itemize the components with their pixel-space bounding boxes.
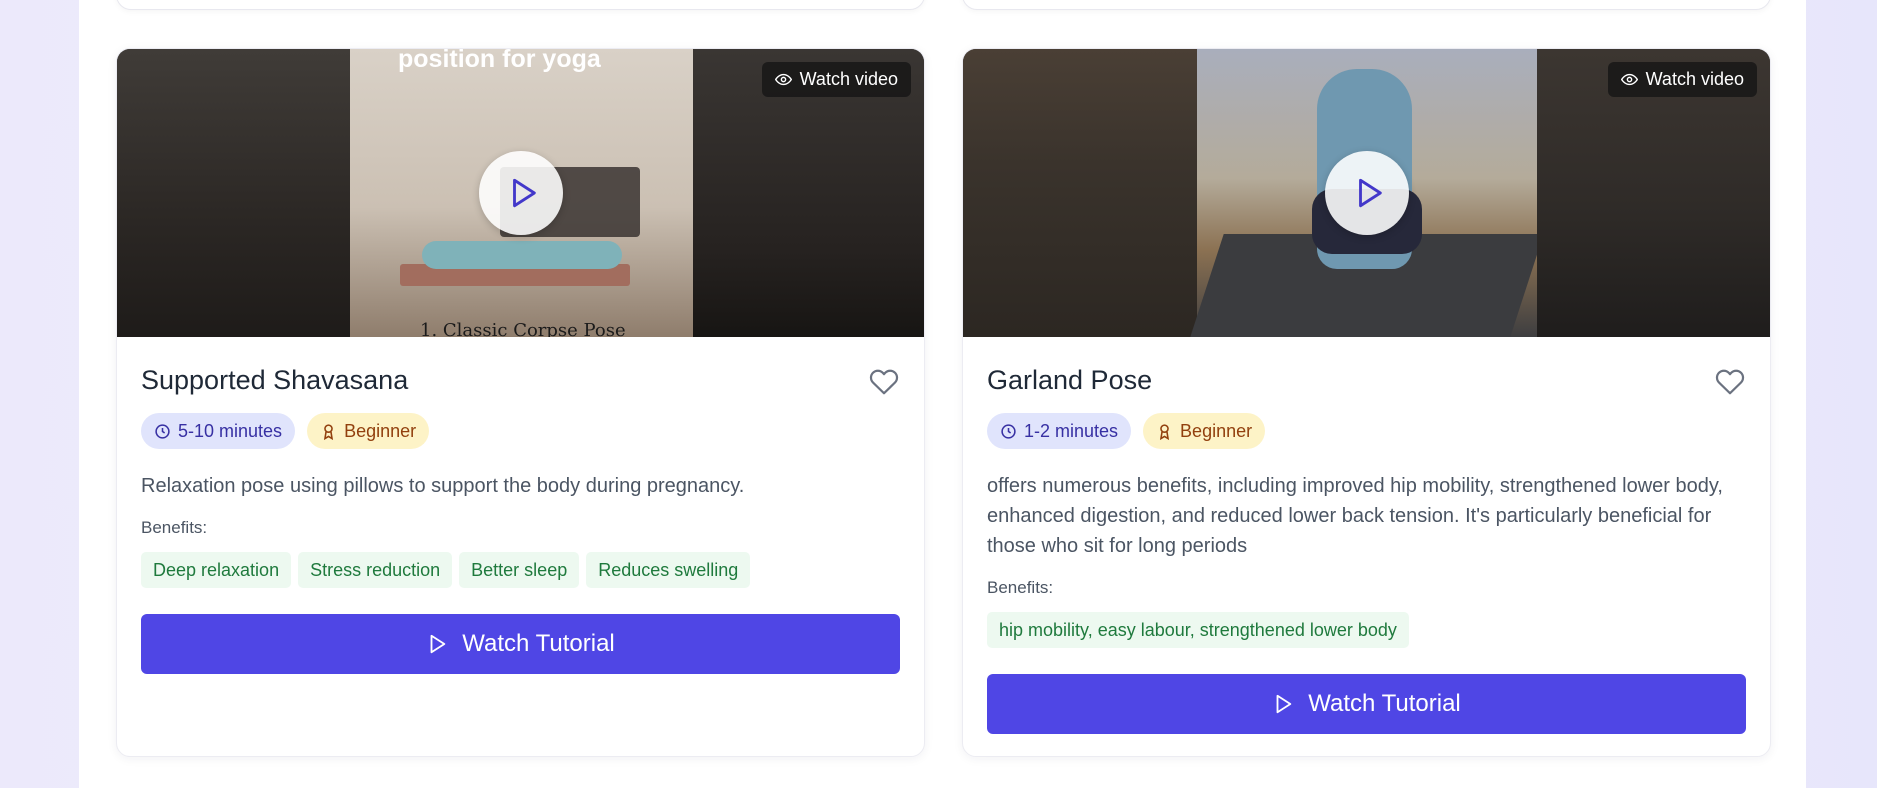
- thumbnail-caption-top: position for yoga: [398, 49, 601, 73]
- play-icon: [1358, 178, 1382, 208]
- pose-card-supported-shavasana: position for yoga 1. Classic Corpse Pose…: [116, 48, 925, 757]
- benefit-list: hip mobility, easy labour, strengthened …: [987, 612, 1409, 648]
- person-shape: [422, 241, 622, 269]
- benefits-label: Benefits:: [141, 518, 208, 537]
- award-icon: [1159, 423, 1170, 440]
- benefit-chip: Stress reduction: [298, 552, 453, 588]
- play-button[interactable]: [478, 151, 563, 235]
- eye-icon: [774, 73, 792, 86]
- thumbnail-left-panel: [963, 49, 1197, 337]
- video-thumbnail[interactable]: position for yoga 1. Classic Corpse Pose…: [117, 49, 924, 337]
- level-text: Beginner: [344, 420, 417, 441]
- watch-video-chip[interactable]: Watch video: [1607, 62, 1757, 97]
- duration-badge: 5-10 minutes: [141, 413, 296, 449]
- duration-badge: 1-2 minutes: [987, 413, 1132, 449]
- pose-title: Supported Shavasana: [141, 365, 409, 395]
- previous-card-left: [116, 0, 925, 10]
- watch-tutorial-label: Watch Tutorial: [1308, 690, 1461, 717]
- play-icon: [430, 634, 446, 654]
- watch-video-chip[interactable]: Watch video: [761, 62, 911, 97]
- clock-icon: [155, 423, 170, 439]
- pose-tags: 5-10 minutes Beginner: [141, 413, 430, 449]
- benefit-chip: hip mobility, easy labour, strengthened …: [987, 612, 1409, 648]
- level-badge: Beginner: [307, 413, 430, 449]
- thumbnail-left-panel: [117, 49, 350, 337]
- watch-tutorial-button[interactable]: Watch Tutorial: [141, 614, 900, 674]
- watch-tutorial-label: Watch Tutorial: [462, 630, 615, 657]
- watch-video-label: Watch video: [1645, 69, 1744, 89]
- play-button[interactable]: [1324, 151, 1409, 235]
- clock-icon: [1001, 423, 1016, 439]
- previous-card-right: [962, 0, 1771, 10]
- heart-icon[interactable]: [1714, 367, 1746, 397]
- pose-card-garland-pose: Watch video Garland Pose 1-2 minutes Beg…: [962, 48, 1771, 757]
- watch-tutorial-button[interactable]: Watch Tutorial: [987, 674, 1746, 734]
- watch-video-label: Watch video: [799, 69, 898, 89]
- level-text: Beginner: [1180, 420, 1253, 441]
- video-thumbnail[interactable]: Watch video: [963, 49, 1770, 337]
- pose-tags: 1-2 minutes Beginner: [987, 413, 1266, 449]
- heart-icon[interactable]: [868, 367, 900, 397]
- pose-description: offers numerous benefits, including impr…: [987, 475, 1723, 557]
- benefits-label: Benefits:: [987, 578, 1054, 597]
- eye-icon: [1620, 73, 1638, 86]
- benefit-chip: Better sleep: [459, 552, 580, 588]
- level-badge: Beginner: [1143, 413, 1266, 449]
- benefit-chip: Deep relaxation: [141, 552, 292, 588]
- play-icon: [1276, 694, 1292, 714]
- play-icon: [512, 178, 536, 208]
- duration-text: 1-2 minutes: [1024, 420, 1119, 441]
- thumbnail-caption-bottom: 1. Classic Corpse Pose: [420, 320, 626, 337]
- award-icon: [324, 423, 334, 440]
- duration-text: 5-10 minutes: [178, 420, 283, 441]
- pose-description: Relaxation pose using pillows to support…: [141, 475, 745, 497]
- content-panel: position for yoga 1. Classic Corpse Pose…: [79, 0, 1806, 788]
- benefit-list: Deep relaxation Stress reduction Better …: [141, 552, 751, 588]
- benefit-chip: Reduces swelling: [586, 552, 751, 588]
- pose-title: Garland Pose: [987, 365, 1153, 395]
